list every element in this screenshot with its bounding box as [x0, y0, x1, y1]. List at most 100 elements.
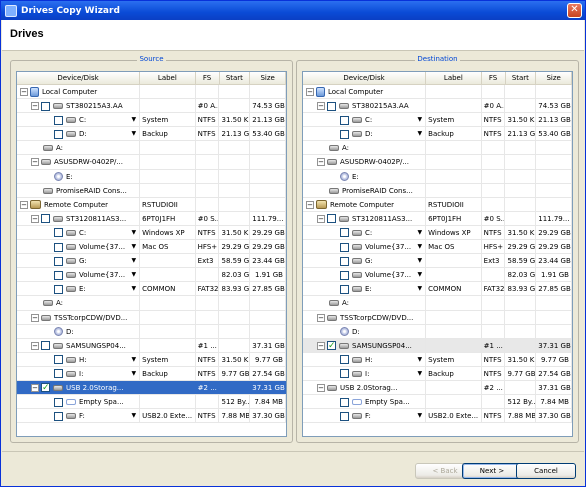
- expand-toggle-icon[interactable]: −: [31, 383, 39, 392]
- table-row[interactable]: F: ▼ USB2.0 Exte... NTFS 7.88 MB 37.30 GB: [303, 409, 572, 424]
- expand-toggle-icon[interactable]: −: [31, 158, 39, 167]
- select-checkbox[interactable]: [340, 284, 349, 294]
- expand-toggle-icon[interactable]: −: [317, 102, 325, 111]
- select-checkbox[interactable]: [54, 397, 63, 407]
- select-checkbox[interactable]: [41, 101, 50, 111]
- select-checkbox[interactable]: [340, 411, 349, 421]
- table-row[interactable]: − ASUSDRW-0402P/...: [303, 155, 572, 170]
- dropdown-arrow-icon[interactable]: ▼: [418, 367, 423, 380]
- table-row[interactable]: D: ▼BackupNTFS21.13 GB53.40 GB: [17, 127, 286, 142]
- expand-toggle-icon[interactable]: −: [306, 88, 314, 96]
- dropdown-arrow-icon[interactable]: ▼: [418, 240, 423, 253]
- select-checkbox[interactable]: [54, 355, 63, 365]
- table-row[interactable]: Volume{37...▼Mac OSHFS+29.29 GB29.29 GB: [303, 240, 572, 255]
- table-row[interactable]: G: ▼ Ext358.59 GB23.44 GB: [17, 254, 286, 269]
- dropdown-arrow-icon[interactable]: ▼: [418, 353, 423, 366]
- expand-toggle-icon[interactable]: −: [317, 341, 325, 350]
- select-checkbox[interactable]: [41, 214, 50, 224]
- select-checkbox[interactable]: [340, 397, 349, 407]
- table-row[interactable]: H: ▼ System NTFS 31.50 KB 9.77 GB: [303, 352, 572, 367]
- select-checkbox[interactable]: [54, 284, 63, 294]
- title-bar[interactable]: Drives Copy Wizard ✕: [1, 1, 585, 20]
- column-header[interactable]: Size: [250, 72, 286, 84]
- select-checkbox[interactable]: [340, 270, 349, 280]
- table-row[interactable]: E:: [303, 169, 572, 184]
- table-row[interactable]: − SAMSUNGSP04... #1 ... 37.31 GB: [303, 338, 572, 353]
- column-header[interactable]: Device/Disk: [303, 72, 427, 84]
- table-row[interactable]: G: ▼ Ext358.59 GB23.44 GB: [303, 254, 572, 269]
- select-checkbox[interactable]: [340, 369, 349, 379]
- cancel-button[interactable]: Cancel: [516, 463, 576, 479]
- next-button[interactable]: Next >: [462, 463, 522, 479]
- select-checkbox[interactable]: [54, 129, 63, 139]
- dropdown-arrow-icon[interactable]: ▼: [418, 268, 423, 281]
- table-row[interactable]: I: ▼ Backup NTFS 9.77 GB 27.54 GB: [303, 366, 572, 381]
- dropdown-arrow-icon[interactable]: ▼: [132, 226, 137, 239]
- expand-toggle-icon[interactable]: −: [31, 102, 39, 111]
- table-row[interactable]: − Local Computer: [17, 85, 286, 100]
- table-row[interactable]: F: ▼ USB2.0 Exte... NTFS 7.88 MB 37.30 GB: [17, 409, 286, 424]
- dropdown-arrow-icon[interactable]: ▼: [418, 282, 423, 295]
- expand-toggle-icon[interactable]: −: [31, 214, 39, 223]
- source-tree-table[interactable]: Device/Disk Label FS Start Size − Local Comput…: [16, 71, 287, 437]
- column-header[interactable]: FS: [482, 72, 506, 84]
- select-checkbox[interactable]: [41, 341, 50, 351]
- select-checkbox[interactable]: [327, 214, 336, 224]
- table-row[interactable]: H: ▼ System NTFS 31.50 KB 9.77 GB: [17, 352, 286, 367]
- table-row[interactable]: − ST3120811AS3... 6PT0J1FH #0 S... 111.79...: [17, 211, 286, 226]
- table-row[interactable]: − SAMSUNGSP04... #1 ... 37.31 GB: [17, 338, 286, 353]
- column-header[interactable]: Device/Disk: [17, 72, 141, 84]
- table-row[interactable]: − ST3120811AS3... 6PT0J1FH #0 S... 111.79...: [303, 211, 572, 226]
- table-row[interactable]: A:: [17, 141, 286, 156]
- dropdown-arrow-icon[interactable]: ▼: [132, 353, 137, 366]
- table-row[interactable]: A:: [303, 296, 572, 311]
- expand-toggle-icon[interactable]: −: [31, 341, 39, 350]
- select-checkbox[interactable]: [340, 242, 349, 252]
- table-row[interactable]: C: ▼ System NTFS 31.50 KB 21.13 GB: [303, 113, 572, 128]
- dropdown-arrow-icon[interactable]: ▼: [418, 226, 423, 239]
- destination-tree-table[interactable]: Device/Disk Label FS Start Size − Local Comput…: [302, 71, 573, 437]
- table-row[interactable]: C: ▼ System NTFS 31.50 KB 21.13 GB: [17, 113, 286, 128]
- select-checkbox[interactable]: [340, 129, 349, 139]
- table-row[interactable]: Empty Spa... 512 By... 7.84 MB: [17, 395, 286, 410]
- table-row[interactable]: − TSSTcorpCDW/DVD...: [303, 310, 572, 325]
- select-checkbox[interactable]: [340, 115, 349, 125]
- table-row[interactable]: E: ▼COMMONFAT3283.93 GB27.85 GB: [17, 282, 286, 297]
- table-row[interactable]: C: ▼ Windows XP NTFS 31.50 KB 29.29 GB: [303, 225, 572, 241]
- table-row[interactable]: Volume{37...▼Mac OSHFS+29.29 GB29.29 GB: [17, 240, 286, 255]
- table-row[interactable]: PromiseRAID Cons...: [17, 183, 286, 198]
- select-checkbox[interactable]: [54, 369, 63, 379]
- table-row[interactable]: Empty Spa... 512 By... 7.84 MB: [303, 395, 572, 410]
- column-header[interactable]: Label: [140, 72, 196, 84]
- select-checkbox[interactable]: [54, 115, 63, 125]
- table-row[interactable]: Volume{37... ▼ 82.03 GB1.91 GB: [17, 268, 286, 283]
- table-row[interactable]: A:: [17, 296, 286, 311]
- select-checkbox[interactable]: [340, 355, 349, 365]
- close-icon[interactable]: ✕: [567, 3, 582, 18]
- select-checkbox[interactable]: [54, 228, 63, 238]
- expand-toggle-icon[interactable]: −: [20, 200, 28, 209]
- expand-toggle-icon[interactable]: −: [317, 383, 325, 392]
- table-row[interactable]: D:: [303, 324, 572, 339]
- dropdown-arrow-icon[interactable]: ▼: [132, 268, 137, 281]
- table-row[interactable]: − USB 2.0Storag... #2 ... 37.31 GB: [303, 380, 572, 396]
- dropdown-arrow-icon[interactable]: ▼: [418, 409, 423, 422]
- dropdown-arrow-icon[interactable]: ▼: [132, 282, 137, 295]
- select-checkbox[interactable]: [340, 256, 349, 266]
- table-row[interactable]: A:: [303, 141, 572, 156]
- table-row[interactable]: E:: [17, 169, 286, 184]
- table-row[interactable]: D:: [17, 324, 286, 339]
- column-header[interactable]: Start: [506, 72, 537, 84]
- expand-toggle-icon[interactable]: −: [317, 214, 325, 223]
- table-row[interactable]: − ST380215A3.AA #0 A... 74.53 GB: [303, 99, 572, 114]
- select-checkbox[interactable]: [54, 256, 63, 266]
- expand-toggle-icon[interactable]: −: [31, 313, 39, 322]
- column-header[interactable]: FS: [196, 72, 220, 84]
- dropdown-arrow-icon[interactable]: ▼: [132, 240, 137, 253]
- table-row[interactable]: I: ▼ Backup NTFS 9.77 GB 27.54 GB: [17, 366, 286, 381]
- select-checkbox[interactable]: [54, 242, 63, 252]
- dropdown-arrow-icon[interactable]: ▼: [132, 367, 137, 380]
- dropdown-arrow-icon[interactable]: ▼: [132, 127, 137, 140]
- dropdown-arrow-icon[interactable]: ▼: [418, 113, 423, 126]
- table-row[interactable]: − Remote Computer RSTUDIOII: [303, 197, 572, 212]
